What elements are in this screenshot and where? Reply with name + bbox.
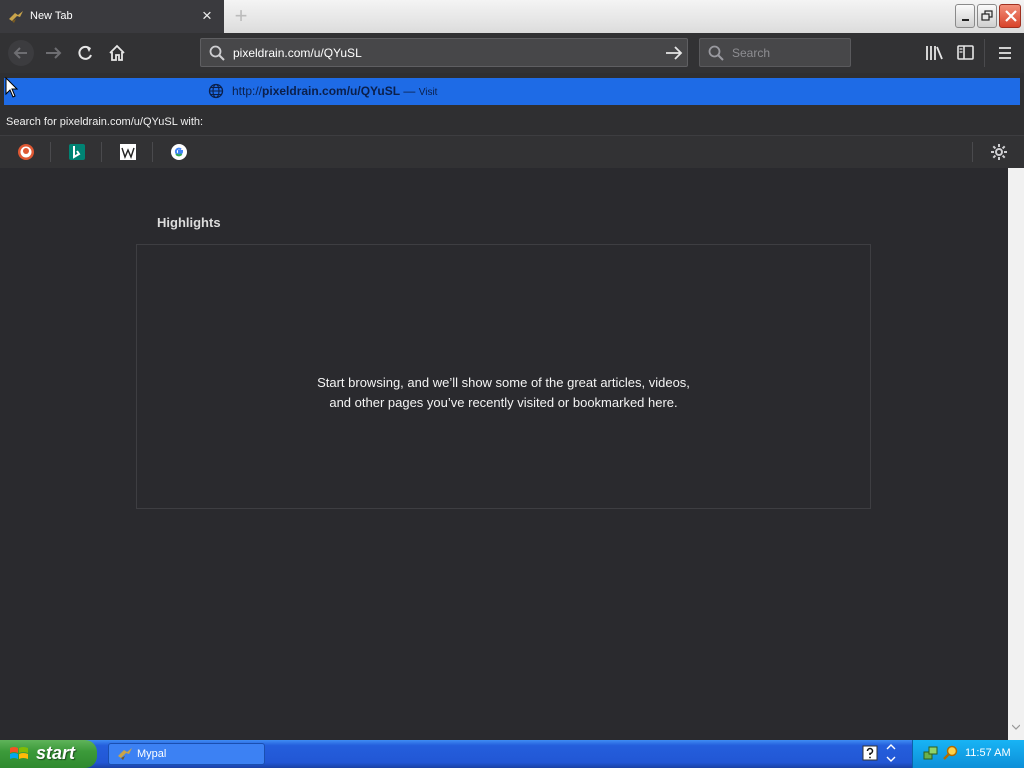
url-bar[interactable]: pixeldrain.com/u/QYuSL bbox=[200, 38, 688, 67]
suggestion-protocol: http:// bbox=[232, 84, 263, 98]
arrow-left-icon bbox=[13, 47, 27, 59]
highlights-empty-state: Start browsing, and we’ll show some of t… bbox=[136, 244, 871, 509]
suggestion-action: Visit bbox=[418, 87, 438, 98]
wikipedia-icon[interactable] bbox=[119, 143, 137, 161]
engine-separator bbox=[972, 142, 973, 162]
engine-separator bbox=[152, 142, 153, 162]
minimize-button[interactable] bbox=[955, 4, 975, 28]
help-icon[interactable] bbox=[862, 745, 878, 761]
one-off-search-engines bbox=[0, 135, 1024, 168]
taskbar-item-mypal[interactable]: Mypal bbox=[108, 743, 265, 765]
home-icon[interactable] bbox=[106, 42, 130, 64]
tab-title: New Tab bbox=[30, 10, 73, 22]
restore-button[interactable] bbox=[977, 4, 997, 28]
minimize-icon bbox=[962, 19, 969, 21]
search-input[interactable]: Search bbox=[732, 46, 770, 60]
start-button[interactable]: start bbox=[0, 740, 97, 768]
clock: 11:57 AM bbox=[965, 747, 1011, 759]
reload-icon[interactable] bbox=[74, 42, 98, 64]
mypal-icon bbox=[118, 748, 132, 760]
taskbar-item-label: Mypal bbox=[137, 748, 167, 760]
new-tab-button[interactable]: + bbox=[230, 5, 252, 27]
autocomplete-suggestion[interactable]: http://pixeldrain.com/u/QYuSL — Visit bbox=[4, 78, 1020, 105]
tab-new-tab[interactable]: New Tab × bbox=[0, 0, 224, 33]
suggestion-dash: — bbox=[400, 84, 419, 98]
engine-separator bbox=[50, 142, 51, 162]
tab-close-button[interactable]: × bbox=[199, 6, 215, 26]
forward-button[interactable] bbox=[42, 42, 66, 64]
highlights-title[interactable]: Highlights bbox=[157, 215, 221, 230]
globe-icon bbox=[208, 83, 224, 99]
back-button[interactable] bbox=[8, 40, 34, 66]
mouse-cursor-icon bbox=[5, 77, 19, 98]
search-icon bbox=[209, 45, 225, 61]
start-label: start bbox=[36, 743, 76, 763]
search-bar[interactable]: Search bbox=[699, 38, 851, 67]
search-tray-icon[interactable] bbox=[943, 745, 959, 761]
duckduckgo-icon[interactable] bbox=[17, 143, 35, 161]
close-icon bbox=[1005, 10, 1017, 22]
gear-icon[interactable] bbox=[990, 143, 1008, 161]
restore-icon bbox=[981, 10, 993, 21]
engine-separator bbox=[101, 142, 102, 162]
go-arrow-icon[interactable] bbox=[665, 45, 683, 61]
suggestion-url: pixeldrain.com/u/QYuSL bbox=[262, 84, 401, 98]
scrollbar[interactable] bbox=[1008, 168, 1024, 740]
windows-logo-icon bbox=[10, 747, 28, 759]
sidebar-icon[interactable] bbox=[954, 42, 978, 64]
system-tray: 11:57 AM bbox=[912, 740, 1024, 768]
network-icon[interactable] bbox=[923, 745, 939, 761]
tray-expand-icon[interactable] bbox=[885, 743, 897, 763]
menu-icon[interactable] bbox=[993, 42, 1017, 64]
highlights-empty-message: Start browsing, and we’ll show some of t… bbox=[317, 375, 690, 410]
bing-icon[interactable] bbox=[68, 143, 86, 161]
library-icon[interactable] bbox=[922, 42, 946, 64]
url-input[interactable]: pixeldrain.com/u/QYuSL bbox=[233, 46, 362, 60]
mypal-icon bbox=[9, 11, 23, 23]
close-window-button[interactable] bbox=[999, 4, 1021, 28]
google-icon[interactable] bbox=[170, 143, 188, 161]
scroll-down-icon[interactable] bbox=[1012, 723, 1020, 731]
search-icon bbox=[708, 45, 724, 61]
toolbar-separator bbox=[984, 39, 985, 67]
search-with-label: Search for pixeldrain.com/u/QYuSL with: bbox=[6, 116, 204, 128]
